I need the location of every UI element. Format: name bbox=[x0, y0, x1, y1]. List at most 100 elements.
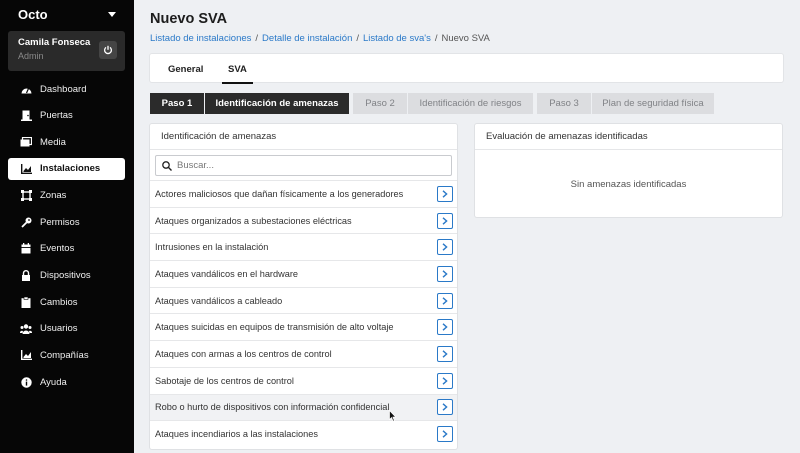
list-item[interactable]: Ataques con armas a los centros de contr… bbox=[150, 340, 457, 367]
threat-label: Ataques suicidas en equipos de transmisi… bbox=[155, 322, 394, 333]
list-item[interactable]: Intrusiones en la instalación bbox=[150, 233, 457, 260]
breadcrumb-link-detalle[interactable]: Detalle de instalación bbox=[262, 33, 352, 44]
threat-evaluation-panel: Evaluación de amenazas identificadas Sin… bbox=[475, 124, 782, 217]
lock-icon bbox=[20, 269, 32, 281]
mouse-cursor-icon bbox=[389, 410, 397, 422]
add-threat-button[interactable] bbox=[437, 239, 453, 256]
threat-label: Sabotaje de los centros de control bbox=[155, 375, 294, 386]
chevron-right-icon bbox=[442, 243, 448, 251]
list-item[interactable]: Sabotaje de los centros de control bbox=[150, 366, 457, 394]
sidebar-item-eventos[interactable]: Eventos bbox=[8, 238, 125, 260]
step-3-label[interactable]: Plan de seguridad física bbox=[592, 93, 714, 114]
add-threat-button[interactable] bbox=[437, 426, 453, 443]
step-1-label[interactable]: Identificación de amenazas bbox=[205, 93, 349, 114]
sidebar-nav: Dashboard Puertas Media Instalaciones Zo… bbox=[8, 78, 125, 398]
sidebar-item-permisos[interactable]: Permisos bbox=[8, 211, 125, 233]
add-threat-button[interactable] bbox=[437, 185, 453, 202]
sidebar-item-label: Zonas bbox=[40, 190, 67, 202]
chevron-right-icon bbox=[442, 216, 448, 225]
breadcrumb-separator: / bbox=[434, 33, 438, 44]
logout-button[interactable] bbox=[99, 41, 117, 59]
caret-down-icon bbox=[108, 11, 116, 17]
app-switcher[interactable]: Octo bbox=[0, 0, 134, 28]
breadcrumb-link-svas[interactable]: Listado de sva's bbox=[363, 33, 431, 44]
calendar-icon bbox=[20, 243, 32, 255]
threat-label: Ataques vandálicos a cableado bbox=[155, 295, 283, 306]
sidebar-item-instalaciones[interactable]: Instalaciones bbox=[8, 157, 125, 180]
sidebar-item-label: Compañías bbox=[40, 349, 89, 361]
threat-label: Intrusiones en la instalación bbox=[155, 242, 269, 253]
add-threat-button[interactable] bbox=[437, 212, 453, 229]
add-threat-button[interactable] bbox=[437, 319, 453, 336]
sidebar-item-label: Cambios bbox=[40, 296, 78, 308]
tab-general[interactable]: General bbox=[168, 64, 203, 75]
sidebar: Octo Camila Fonseca Admin Dashboard Puer… bbox=[0, 0, 134, 453]
list-item[interactable]: Actores maliciosos que dañan físicamente… bbox=[150, 180, 457, 207]
sidebar-item-label: Ayuda bbox=[40, 376, 67, 388]
zone-icon bbox=[20, 190, 32, 202]
search-placeholder: Buscar... bbox=[177, 160, 214, 171]
add-threat-button[interactable] bbox=[437, 372, 453, 389]
add-threat-button[interactable] bbox=[437, 265, 453, 282]
sidebar-item-label: Instalaciones bbox=[40, 163, 101, 175]
sidebar-item-label: Permisos bbox=[40, 216, 80, 228]
breadcrumb-current: Nuevo SVA bbox=[441, 33, 490, 44]
sidebar-item-label: Usuarios bbox=[40, 323, 78, 335]
chevron-right-icon bbox=[442, 270, 448, 278]
step-3-number[interactable]: Paso 3 bbox=[537, 93, 591, 114]
media-icon bbox=[20, 136, 32, 148]
list-item[interactable]: Ataques organizados a subestaciones eléc… bbox=[150, 206, 457, 234]
sidebar-item-label: Dashboard bbox=[40, 83, 87, 95]
sidebar-item-companias[interactable]: Compañías bbox=[8, 344, 125, 366]
sidebar-item-media[interactable]: Media bbox=[8, 131, 125, 153]
threat-label: Robo o hurto de dispositivos con informa… bbox=[155, 402, 390, 413]
user-card: Camila Fonseca Admin bbox=[8, 31, 125, 71]
sidebar-item-dispositivos[interactable]: Dispositivos bbox=[8, 264, 125, 286]
step-1-number[interactable]: Paso 1 bbox=[150, 93, 204, 114]
add-threat-button[interactable] bbox=[437, 292, 453, 309]
chevron-right-icon bbox=[442, 190, 448, 198]
tab-bar: General SVA bbox=[150, 54, 783, 84]
dashboard-icon bbox=[20, 83, 32, 95]
breadcrumb-link-instalaciones[interactable]: Listado de instalaciones bbox=[150, 33, 251, 44]
threat-label: Ataques organizados a subestaciones eléc… bbox=[155, 215, 352, 226]
panel-title: Evaluación de amenazas identificadas bbox=[475, 124, 782, 150]
key-icon bbox=[20, 216, 32, 228]
sidebar-item-usuarios[interactable]: Usuarios bbox=[8, 318, 125, 340]
list-item[interactable]: Ataques incendiarios a las instalaciones bbox=[150, 420, 457, 447]
list-item[interactable]: Robo o hurto de dispositivos con informa… bbox=[150, 393, 457, 421]
threat-label: Ataques incendiarios a las instalaciones bbox=[155, 429, 318, 440]
chevron-right-icon bbox=[442, 323, 448, 332]
sidebar-item-dashboard[interactable]: Dashboard bbox=[8, 78, 125, 100]
add-threat-button[interactable] bbox=[437, 399, 453, 416]
chart-icon bbox=[20, 163, 32, 175]
power-icon bbox=[103, 45, 113, 55]
threat-label: Ataques con armas a los centros de contr… bbox=[155, 348, 332, 359]
chevron-right-icon bbox=[442, 430, 448, 438]
sidebar-item-label: Dispositivos bbox=[40, 269, 91, 281]
list-item[interactable]: Ataques suicidas en equipos de transmisi… bbox=[150, 313, 457, 340]
main-content: Nuevo SVA Listado de instalaciones / Detal… bbox=[134, 0, 800, 453]
breadcrumb-separator: / bbox=[255, 33, 259, 44]
list-item[interactable]: Ataques vandálicos a cableado bbox=[150, 286, 457, 314]
empty-state-message: Sin amenazas identificadas bbox=[570, 179, 687, 190]
app-name: Octo bbox=[18, 6, 48, 22]
threat-label: Actores maliciosos que dañan físicamente… bbox=[155, 188, 404, 199]
search-input[interactable]: Buscar... bbox=[155, 155, 452, 176]
add-threat-button[interactable] bbox=[437, 345, 453, 362]
sidebar-item-zonas[interactable]: Zonas bbox=[8, 185, 125, 207]
sidebar-item-puertas[interactable]: Puertas bbox=[8, 105, 125, 127]
breadcrumb: Listado de instalaciones / Detalle de inst… bbox=[150, 33, 490, 44]
step-2-number[interactable]: Paso 2 bbox=[353, 93, 407, 114]
tab-sva[interactable]: SVA bbox=[222, 64, 253, 84]
page-title: Nuevo SVA bbox=[150, 11, 228, 27]
search-icon bbox=[162, 160, 172, 171]
chevron-right-icon bbox=[442, 350, 448, 358]
company-chart-icon bbox=[20, 349, 32, 361]
step-2-label[interactable]: Identificación de riesgos bbox=[408, 93, 533, 114]
list-item[interactable]: Ataques vandálicos en el hardware bbox=[150, 260, 457, 287]
chevron-right-icon bbox=[442, 296, 448, 305]
sidebar-item-ayuda[interactable]: Ayuda bbox=[8, 371, 125, 393]
threat-list: Actores maliciosos que dañan físicamente… bbox=[150, 180, 457, 447]
sidebar-item-cambios[interactable]: Cambios bbox=[8, 291, 125, 313]
